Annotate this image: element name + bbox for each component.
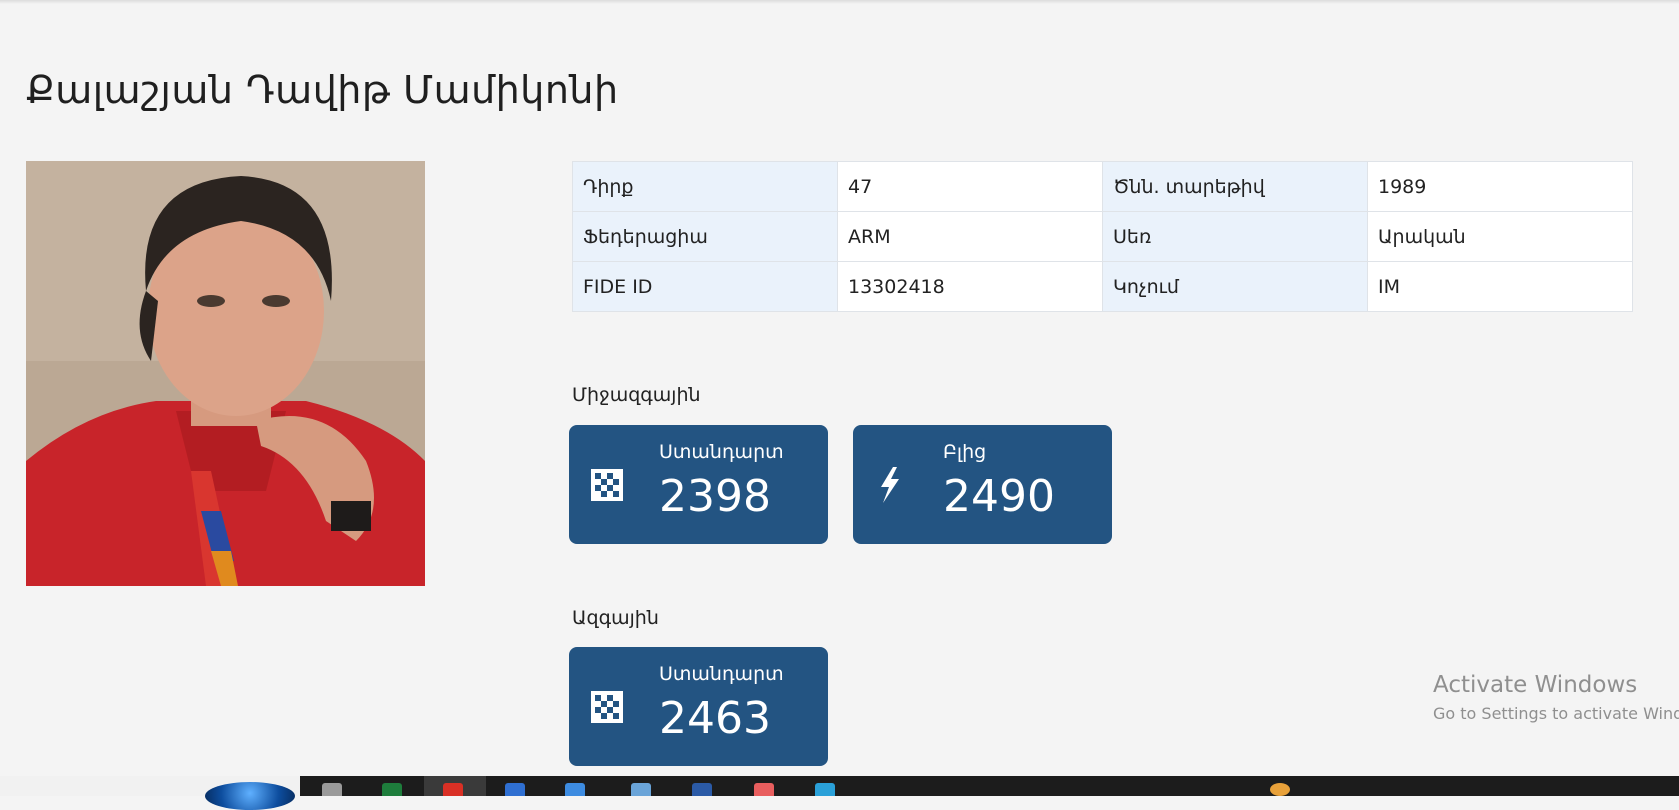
rating-type-label: Ստանդարտ [659, 441, 784, 463]
rating-value: 2463 [659, 693, 771, 744]
file-explorer-icon[interactable] [505, 783, 525, 796]
cell-value: IM [1367, 261, 1633, 312]
cell-label: Դիրք [572, 161, 838, 212]
chessboard-icon [591, 691, 623, 723]
rating-type-label: Բլից [943, 441, 987, 463]
taskbar [0, 776, 1679, 810]
cell-value: 13302418 [837, 261, 1103, 312]
rating-value: 2490 [943, 471, 1055, 522]
cell-label: Ծնն. տարեթիվ [1102, 161, 1368, 212]
word-icon[interactable] [692, 783, 712, 796]
cell-label: FIDE ID [572, 261, 838, 312]
chessboard-icon [591, 469, 623, 501]
app-icon[interactable] [754, 783, 774, 796]
player-name: Քալաշյան Դավիթ Մամիկոնի [26, 68, 619, 112]
cell-label: Ֆեդերացիա [572, 211, 838, 262]
task-view-icon[interactable] [322, 783, 342, 796]
watermark-title: Activate Windows [1433, 672, 1638, 698]
cell-label: Սեռ [1102, 211, 1368, 262]
excel-icon[interactable] [382, 783, 402, 796]
table-row: FIDE ID 13302418 Կոչում IM [572, 261, 1633, 312]
rating-type-label: Ստանդարտ [659, 663, 784, 685]
table-row: Դիրք 47 Ծնն. տարեթիվ 1989 [572, 161, 1633, 212]
rating-card-international-standard[interactable]: Ստանդարտ 2398 [569, 425, 828, 544]
rating-card-national-standard[interactable]: Ստանդարտ 2463 [569, 647, 828, 766]
top-shadow [0, 0, 1679, 4]
table-row: Ֆեդերացիա ARM Սեռ Արական [572, 211, 1633, 262]
cell-value: ARM [837, 211, 1103, 262]
weather-icon[interactable] [1270, 783, 1290, 796]
watermark-subtitle: Go to Settings to activate Windows. [1433, 704, 1679, 723]
international-heading: Միջազգային [572, 384, 701, 406]
rating-card-international-blitz[interactable]: Բլից 2490 [853, 425, 1112, 544]
cell-value: 1989 [1367, 161, 1633, 212]
national-heading: Ազգային [572, 607, 659, 629]
activate-windows-watermark: Activate Windows Go to Settings to activ… [1433, 672, 1679, 723]
cell-value: Արական [1367, 211, 1633, 262]
chrome-icon[interactable] [443, 783, 463, 796]
lightning-icon [881, 467, 899, 503]
telegram-icon[interactable] [815, 783, 835, 796]
app-icon[interactable] [565, 783, 585, 796]
player-photo [26, 161, 425, 586]
player-info-table: Դիրք 47 Ծնն. տարեթիվ 1989 Ֆեդերացիա ARM … [572, 161, 1633, 312]
app-icon[interactable] [631, 783, 651, 796]
start-orb-icon[interactable] [205, 782, 295, 810]
cell-value: 47 [837, 161, 1103, 212]
cell-label: Կոչում [1102, 261, 1368, 312]
rating-value: 2398 [659, 471, 771, 522]
